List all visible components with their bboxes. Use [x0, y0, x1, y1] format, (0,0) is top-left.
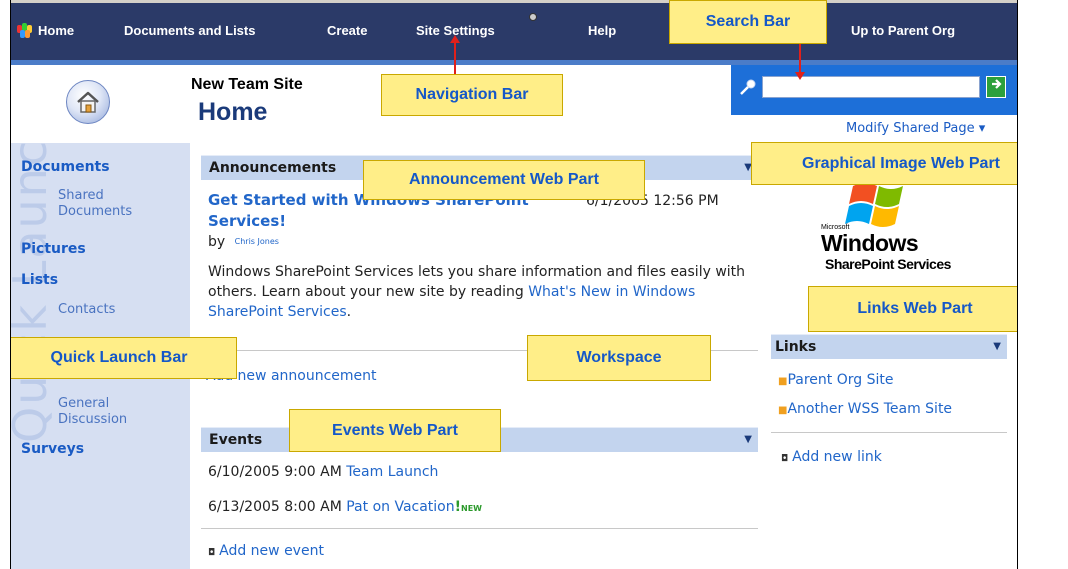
event-row: 6/13/2005 8:00 AM Pat on Vacation!NEW: [208, 497, 482, 519]
callout-arrow: [454, 42, 456, 74]
navigation-bar: Home Documents and Lists Create Site Set…: [11, 0, 1017, 60]
add-new-event[interactable]: ◘ Add new event: [208, 541, 324, 563]
callout-links-web-part: Links Web Part: [808, 286, 1017, 332]
arrow-down-icon: [795, 72, 805, 80]
arrow-up-icon: [450, 35, 460, 43]
bullet-icon: ◘: [208, 548, 216, 558]
nav-create[interactable]: Create: [327, 23, 367, 38]
nav-up-to-parent-org[interactable]: Up to Parent Org: [851, 23, 955, 38]
callout-search-bar: Search Bar: [669, 0, 827, 44]
events-title: Events: [209, 432, 263, 448]
arrow-right-icon[interactable]: [986, 76, 1006, 98]
link-item[interactable]: ■Another WSS Team Site: [778, 399, 952, 421]
callout-graphical-image-web-part: Graphical Image Web Part: [751, 142, 1017, 185]
bullet-icon: ◘: [781, 454, 789, 464]
quicklaunch-documents[interactable]: Documents: [21, 159, 110, 175]
nav-home[interactable]: Home: [38, 23, 74, 38]
callout-navigation-bar: Navigation Bar: [381, 74, 563, 116]
new-badge: NEW: [461, 504, 482, 513]
link-item[interactable]: ■Parent Org Site: [778, 370, 893, 392]
links-header: Links ▼: [771, 334, 1007, 359]
quicklaunch-lists[interactable]: Lists: [21, 272, 58, 288]
announcement-by: by: [208, 234, 226, 250]
event-date: 6/13/2005 8:00 AM: [208, 499, 342, 515]
windows-flag-icon: [845, 183, 903, 227]
announcement-author[interactable]: Chris Jones: [235, 237, 279, 246]
nav-documents-and-lists[interactable]: Documents and Lists: [124, 23, 255, 38]
quicklaunch-general-discussion[interactable]: General Discussion: [58, 396, 138, 428]
quicklaunch-shared-documents[interactable]: Shared Documents: [58, 188, 168, 220]
quicklaunch-contacts[interactable]: Contacts: [58, 302, 115, 318]
event-row: 6/10/2005 9:00 AM Team Launch: [208, 462, 438, 482]
sharepoint-people-logo-icon: [17, 21, 33, 38]
announcements-title: Announcements: [209, 160, 337, 176]
page-title: Home: [198, 98, 268, 126]
event-title[interactable]: Team Launch: [346, 464, 438, 480]
callout-events-web-part: Events Web Part: [289, 409, 501, 452]
quicklaunch-surveys[interactable]: Surveys: [21, 441, 84, 457]
divider: [201, 528, 758, 529]
search-bar: [731, 65, 1017, 115]
chevron-down-icon[interactable]: ▼: [993, 341, 1001, 352]
event-title[interactable]: Pat on Vacation: [346, 499, 454, 515]
windows-sharepoint-logo: Microsoft Windows SharePoint Services: [803, 180, 983, 280]
callout-quick-launch-bar: Quick Launch Bar: [11, 337, 237, 379]
links-title: Links: [775, 339, 817, 355]
nav-help[interactable]: Help: [588, 23, 616, 38]
modify-shared-page-menu[interactable]: Modify Shared Page ▾: [846, 121, 985, 136]
chevron-down-icon[interactable]: ▼: [744, 434, 752, 445]
divider: [771, 432, 1007, 433]
announcement-byline: by Chris Jones: [208, 232, 279, 252]
quick-launch-watermark: Quick Launch: [11, 143, 57, 443]
toolbar-grip-icon: [529, 13, 537, 21]
announcement-body: Windows SharePoint Services lets you sha…: [208, 264, 746, 320]
search-icon: [740, 79, 756, 95]
brand-big: Windows: [821, 230, 919, 256]
callout-announcement-web-part: Announcement Web Part: [363, 160, 645, 200]
site-name: New Team Site: [191, 76, 303, 93]
quicklaunch-pictures[interactable]: Pictures: [21, 241, 86, 257]
callout-arrow: [799, 44, 801, 74]
home-icon[interactable]: [66, 80, 110, 124]
add-new-link[interactable]: ◘ Add new link: [781, 447, 882, 469]
callout-workspace: Workspace: [527, 335, 711, 381]
event-date: 6/10/2005 9:00 AM: [208, 464, 342, 480]
brand-sub: SharePoint Services: [825, 256, 951, 272]
sharepoint-page: Home Documents and Lists Create Site Set…: [10, 0, 1018, 569]
